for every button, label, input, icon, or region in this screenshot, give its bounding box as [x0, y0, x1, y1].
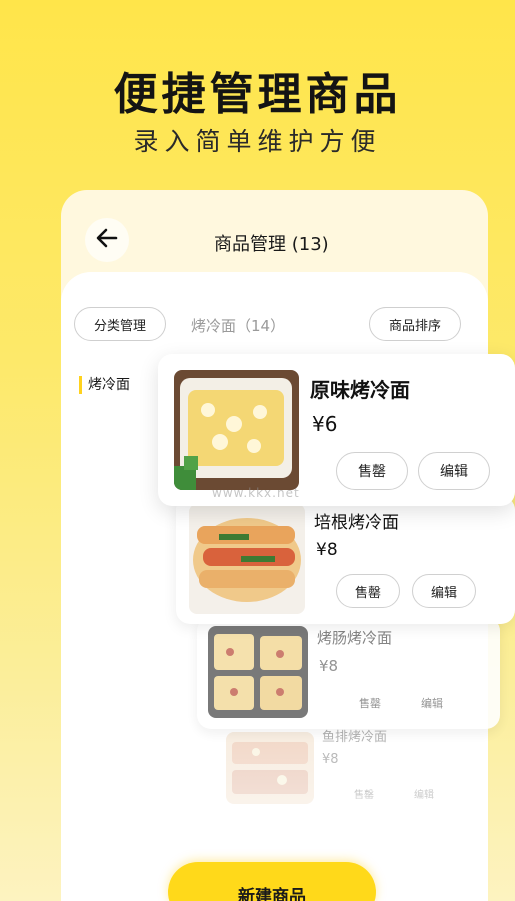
sidebar-item-kaolengmian[interactable]: 烤冷面: [79, 376, 130, 394]
product-card[interactable]: 培根烤冷面 ¥8 售罄 编辑: [176, 496, 515, 624]
sold-out-button[interactable]: 售罄: [343, 691, 397, 715]
product-image: [208, 626, 308, 718]
product-name: 原味烤冷面: [310, 378, 410, 402]
sold-out-button[interactable]: 售罄: [336, 574, 400, 608]
category-manage-button[interactable]: 分类管理: [74, 307, 166, 341]
product-price: ¥8: [322, 752, 339, 767]
arrow-left-icon: [94, 225, 120, 255]
product-card[interactable]: 鱼排烤冷面 ¥8 售罄 编辑: [212, 728, 484, 816]
edit-button[interactable]: 编辑: [418, 452, 490, 490]
product-card[interactable]: 烤肠烤冷面 ¥8 售罄 编辑: [197, 617, 500, 729]
sold-out-button[interactable]: 售罄: [340, 782, 388, 804]
page-title: 商品管理 (13): [214, 234, 329, 255]
edit-button[interactable]: 编辑: [405, 691, 459, 715]
product-name: 烤肠烤冷面: [317, 629, 393, 647]
product-price: ¥6: [312, 412, 338, 436]
sold-out-button[interactable]: 售罄: [336, 452, 408, 490]
watermark-text: www.kkx.net: [212, 486, 300, 500]
product-card[interactable]: 原味烤冷面 ¥6 售罄 编辑: [158, 354, 515, 506]
product-price: ¥8: [316, 540, 338, 560]
hero-title: 便捷管理商品: [113, 69, 402, 120]
product-image: [174, 370, 299, 490]
hero-subtitle: 录入简单维护方便: [133, 127, 382, 156]
current-category-header: 烤冷面（14）: [191, 317, 286, 335]
product-price: ¥8: [319, 657, 339, 675]
product-image: [226, 732, 314, 804]
edit-button[interactable]: 编辑: [400, 782, 448, 804]
edit-button[interactable]: 编辑: [412, 574, 476, 608]
sort-products-button[interactable]: 商品排序: [369, 307, 461, 341]
product-image: [189, 504, 305, 614]
back-button[interactable]: [85, 218, 129, 262]
product-name: 培根烤冷面: [314, 513, 399, 533]
new-product-button[interactable]: 新建商品: [168, 862, 376, 901]
